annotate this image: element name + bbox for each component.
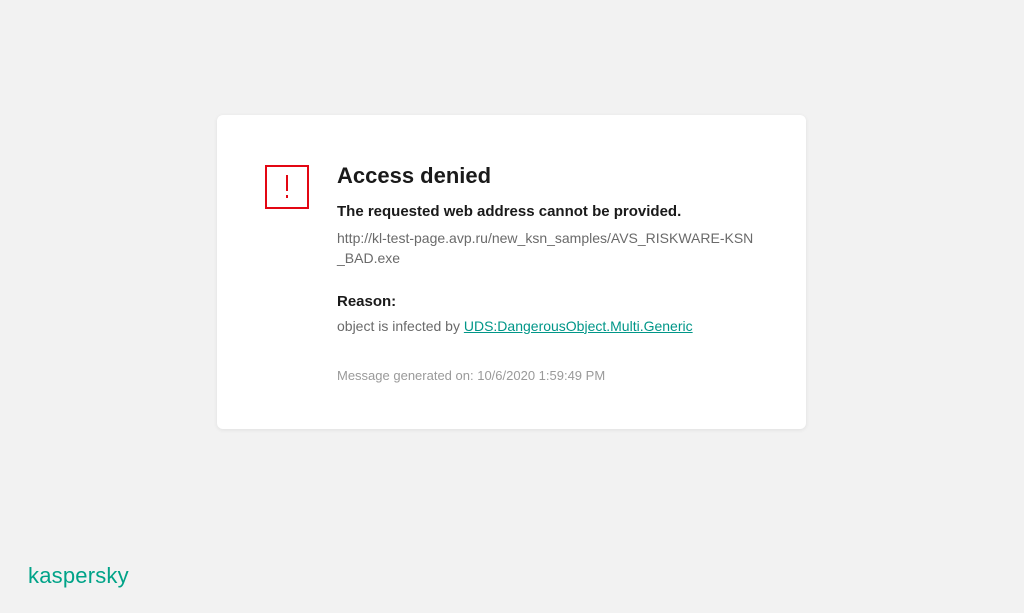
alert-icon (265, 165, 309, 209)
generated-prefix: Message generated on: (337, 368, 477, 383)
reason-prefix: object is infected by (337, 318, 464, 334)
access-denied-dialog: Access denied The requested web address … (217, 115, 806, 429)
reason-text: object is infected by UDS:DangerousObjec… (337, 318, 758, 334)
brand-logo: kaspersky (28, 563, 129, 589)
generated-time: 10/6/2020 1:59:49 PM (477, 368, 605, 383)
dialog-title: Access denied (337, 163, 758, 189)
blocked-url: http://kl-test-page.avp.ru/new_ksn_sampl… (337, 228, 757, 269)
reason-label: Reason: (337, 293, 758, 310)
threat-link[interactable]: UDS:DangerousObject.Multi.Generic (464, 318, 693, 334)
generated-timestamp: Message generated on: 10/6/2020 1:59:49 … (337, 368, 758, 383)
dialog-subtitle: The requested web address cannot be prov… (337, 203, 758, 220)
dialog-content: Access denied The requested web address … (337, 163, 758, 383)
